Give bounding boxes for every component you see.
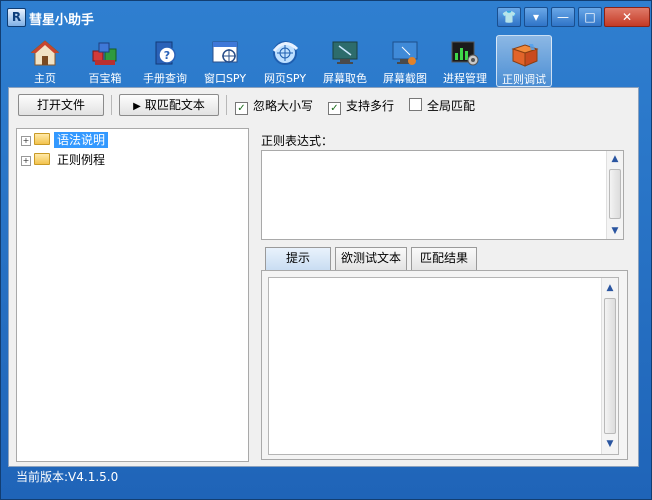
toolbar-item-window-spy[interactable]: 窗口SPY — [197, 35, 253, 87]
regex-value — [262, 151, 623, 157]
expand-icon[interactable]: + — [21, 136, 31, 146]
toolbar-item-label: 主页 — [34, 72, 56, 85]
checkbox-box: ✓ — [328, 102, 341, 115]
tab-label: 匹配结果 — [419, 251, 468, 265]
scroll-down-icon[interactable]: ▼ — [602, 436, 618, 452]
play-icon: ▶ — [133, 101, 141, 112]
process-manager-icon — [451, 41, 479, 66]
tab-test-text[interactable]: 欲测试文本 — [335, 247, 407, 270]
screenshot-icon — [392, 41, 418, 65]
expand-icon[interactable]: + — [21, 156, 31, 166]
toolbar-item-label: 进程管理 — [443, 72, 487, 85]
global-match-label: 全局匹配 — [427, 99, 476, 113]
global-match-checkbox[interactable]: 全局匹配 — [409, 97, 475, 114]
tree-node-examples[interactable]: + 正则例程 — [21, 151, 108, 169]
tab-label: 提示 — [285, 251, 310, 265]
regex-debug-icon — [511, 44, 539, 67]
title-bar[interactable]: R 彗星小助手 👕 ▾ — □ ✕ — [1, 1, 651, 33]
home-icon — [30, 40, 60, 66]
folder-icon — [34, 133, 50, 145]
hint-scrollbar[interactable]: ▲ ▼ — [601, 278, 618, 454]
toolbar-item-process-manager[interactable]: 进程管理 — [437, 35, 493, 87]
toolbar-item-manual[interactable]: ? 手册查询 — [137, 35, 193, 87]
toolbar-item-home[interactable]: 主页 — [17, 35, 73, 87]
toolbar-item-web-spy[interactable]: 网页SPY — [257, 35, 313, 87]
tab-label: 欲测试文本 — [340, 251, 401, 265]
toolbar-item-label: 正则调试 — [502, 73, 546, 86]
checkbox-box — [409, 98, 422, 111]
command-bar: 打开文件 ▶ 取匹配文本 ✓ 忽略大小写 ✓ 支持多行 全局匹配 — [9, 88, 638, 120]
toolbar-item-label: 屏幕取色 — [323, 72, 367, 85]
window-title: 彗星小助手 — [29, 13, 95, 28]
app-logo-icon: R — [7, 8, 26, 27]
tab-panel: ▲ ▼ — [261, 270, 628, 460]
open-file-label: 打开文件 — [36, 98, 85, 112]
scroll-up-icon[interactable]: ▲ — [602, 280, 618, 296]
svg-text:?: ? — [164, 49, 170, 62]
menu-button[interactable]: ▾ — [524, 7, 548, 27]
regex-label: 正则表达式： — [261, 134, 334, 148]
checkbox-box: ✓ — [235, 102, 248, 115]
toolbar-item-label: 百宝箱 — [88, 72, 122, 85]
hint-text-area[interactable]: ▲ ▼ — [268, 277, 619, 455]
toolbar-separator — [111, 95, 112, 115]
toolbar-item-label: 屏幕截图 — [383, 72, 427, 85]
fetch-match-text-button[interactable]: ▶ 取匹配文本 — [119, 94, 219, 116]
manual-help-icon: ? — [155, 41, 176, 65]
syntax-tree[interactable]: + 语法说明 + 正则例程 — [16, 128, 249, 462]
multiline-label: 支持多行 — [346, 99, 395, 113]
main-toolbar: 主页 百宝箱 ? 手册查询 窗口SPY 网页SPY 屏幕取色 屏幕截图 进程管理… — [1, 33, 651, 87]
tab-match-result[interactable]: 匹配结果 — [411, 247, 477, 270]
minimize-button[interactable]: — — [551, 7, 575, 27]
scroll-thumb[interactable] — [604, 298, 616, 434]
toolbar-item-label: 窗口SPY — [203, 72, 247, 85]
folder-icon — [34, 153, 50, 165]
toolbar-item-label: 网页SPY — [263, 72, 307, 85]
scroll-thumb[interactable] — [609, 169, 621, 219]
toolbar-item-screenshot[interactable]: 屏幕截图 — [377, 35, 433, 87]
toolbox-icon — [92, 42, 117, 65]
regex-debugger-panel: 打开文件 ▶ 取匹配文本 ✓ 忽略大小写 ✓ 支持多行 全局匹配 + 语法说明 + 正 — [8, 87, 639, 467]
close-button[interactable]: ✕ — [604, 7, 650, 27]
scroll-down-icon[interactable]: ▼ — [607, 223, 623, 239]
skin-button[interactable]: 👕 — [497, 7, 521, 27]
tree-node-label: 语法说明 — [54, 132, 109, 148]
toolbar-separator — [226, 95, 227, 115]
color-picker-icon — [332, 41, 358, 64]
maximize-button[interactable]: □ — [578, 7, 602, 27]
ignore-case-label: 忽略大小写 — [253, 99, 314, 113]
toolbar-item-regex-debug[interactable]: 正则调试 — [496, 35, 552, 87]
tree-node-label: 正则例程 — [57, 153, 106, 167]
toolbar-item-color-picker[interactable]: 屏幕取色 — [317, 35, 373, 87]
web-spy-icon — [272, 41, 299, 65]
regex-input[interactable]: ▲ ▼ — [261, 150, 624, 240]
fetch-match-text-label: 取匹配文本 — [144, 98, 205, 112]
status-bar: 当前版本:V4.1.5.0 — [8, 467, 637, 487]
tree-node-syntax[interactable]: + 语法说明 — [21, 131, 109, 149]
app-window: R 彗星小助手 👕 ▾ — □ ✕ 主页 百宝箱 ? 手册查询 窗口SPY 网页… — [0, 0, 652, 500]
tab-hint[interactable]: 提示 — [265, 247, 331, 270]
open-file-button[interactable]: 打开文件 — [18, 94, 104, 116]
regex-scrollbar[interactable]: ▲ ▼ — [606, 151, 623, 239]
window-spy-icon — [212, 41, 238, 63]
toolbar-item-toolbox[interactable]: 百宝箱 — [77, 35, 133, 87]
scroll-up-icon[interactable]: ▲ — [607, 151, 623, 167]
version-text: 当前版本:V4.1.5.0 — [16, 470, 119, 484]
ignore-case-checkbox[interactable]: ✓ 忽略大小写 — [235, 97, 313, 115]
multiline-checkbox[interactable]: ✓ 支持多行 — [328, 97, 394, 115]
toolbar-item-label: 手册查询 — [143, 72, 187, 85]
